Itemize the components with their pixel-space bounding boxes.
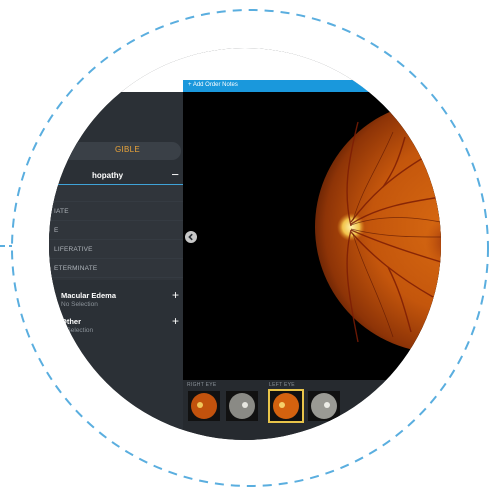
- option-item[interactable]: LIFERATIVE: [49, 242, 183, 259]
- retinopathy-options: IATE E LIFERATIVE ETERMINATE: [49, 185, 183, 280]
- left-eye-label: LEFT EYE: [269, 382, 295, 388]
- option-item[interactable]: [49, 185, 183, 202]
- ungradable-button[interactable]: GIBLE: [49, 142, 181, 160]
- plus-icon[interactable]: +: [172, 288, 179, 302]
- group-title: Other: [61, 317, 82, 326]
- chevron-left-icon: [188, 233, 193, 241]
- option-item[interactable]: E: [49, 223, 183, 240]
- option-item[interactable]: ETERMINATE: [49, 261, 183, 278]
- group-value: No Selection: [61, 301, 98, 308]
- option-item[interactable]: IATE: [49, 204, 183, 221]
- fundus-image: [315, 101, 441, 353]
- previous-image-button[interactable]: [185, 231, 197, 243]
- thumbnail-left-color[interactable]: [268, 389, 304, 423]
- add-order-notes-link[interactable]: + Add Order Notes: [188, 82, 238, 88]
- grading-sidebar: GIBLE hopathy − IATE E LIFERATIVE ETERMI…: [49, 92, 183, 440]
- app-circle-frame: + Add Order Notes GIBLE hopathy − IATE E…: [49, 48, 441, 440]
- ungradable-label: GIBLE: [115, 145, 141, 154]
- thumbnail-left-gray[interactable]: [308, 391, 340, 421]
- group-title: Macular Edema: [61, 291, 117, 300]
- thumbnail-right-color[interactable]: [188, 391, 220, 421]
- plus-icon[interactable]: +: [172, 314, 179, 328]
- thumbnail-right-gray[interactable]: [226, 391, 258, 421]
- other-group[interactable]: Other o Selection +: [49, 314, 183, 347]
- section-title: hopathy: [92, 171, 124, 180]
- group-value: o Selection: [61, 327, 94, 334]
- right-eye-label: RIGHT EYE: [187, 382, 217, 388]
- order-notes-bar: + Add Order Notes: [183, 80, 441, 92]
- minus-icon[interactable]: −: [171, 167, 179, 182]
- image-viewer[interactable]: [183, 92, 441, 380]
- diabetic-retinopathy-header[interactable]: hopathy −: [49, 167, 183, 185]
